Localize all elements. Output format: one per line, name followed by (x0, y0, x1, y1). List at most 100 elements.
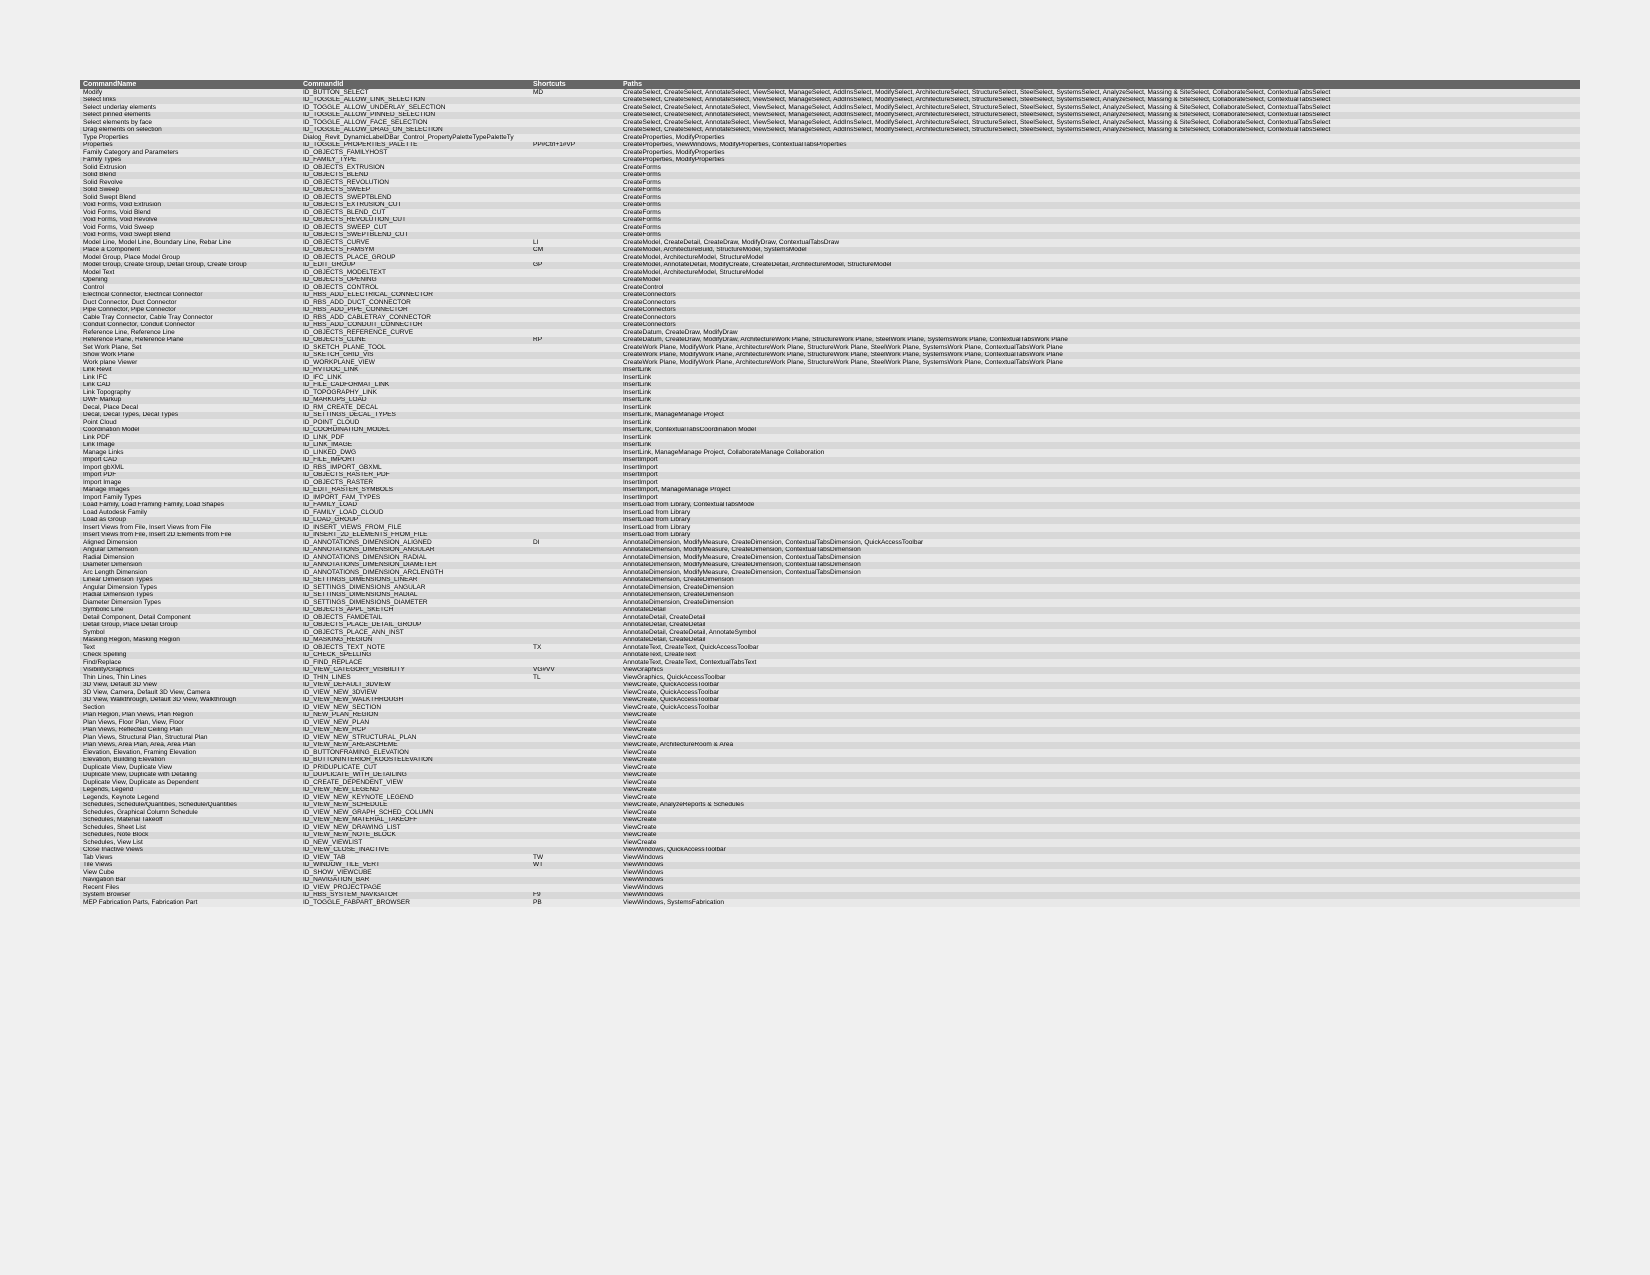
table-row[interactable]: Import gbXMLID_RBS_IMPORT_GBXMLInsertImp… (80, 464, 1580, 472)
table-row[interactable]: Duplicate View, Duplicate with Detailing… (80, 772, 1580, 780)
table-row[interactable]: Reference Line, Reference LineID_OBJECTS… (80, 329, 1580, 337)
table-row[interactable]: Place a ComponentID_OBJECTS_FAMSYMCMCrea… (80, 247, 1580, 255)
table-row[interactable]: Point CloudID_POINT_CLOUDInsertLink (80, 419, 1580, 427)
table-row[interactable]: Model Group, Place Model GroupID_OBJECTS… (80, 254, 1580, 262)
table-row[interactable]: Void Forms, Void BlendID_OBJECTS_BLEND_C… (80, 209, 1580, 217)
table-row[interactable]: Cable Tray Connector, Cable Tray Connect… (80, 314, 1580, 322)
header-commandid[interactable]: CommandId (300, 80, 530, 89)
table-row[interactable]: Model Group, Create Group, Detail Group,… (80, 262, 1580, 270)
table-row[interactable]: Tab ViewsID_VIEW_TABTWViewWindows (80, 854, 1580, 862)
table-row[interactable]: Arc Length DimensionID_ANNOTATIONS_DIMEN… (80, 569, 1580, 577)
table-row[interactable]: Model TextID_OBJECTS_MODELTEXTCreateMode… (80, 269, 1580, 277)
table-row[interactable]: Insert Views from File, Insert 2D Elemen… (80, 532, 1580, 540)
table-row[interactable]: Set Work Plane, SetID_SKETCH_PLANE_TOOLC… (80, 344, 1580, 352)
table-row[interactable]: Pipe Connector, Pipe ConnectorID_RBS_ADD… (80, 307, 1580, 315)
table-row[interactable]: Void Forms, Void RevolveID_OBJECTS_REVOL… (80, 217, 1580, 225)
table-row[interactable]: 3D View, Camera, Default 3D View, Camera… (80, 689, 1580, 697)
table-row[interactable]: Plan Views, Floor Plan, View, FloorID_VI… (80, 719, 1580, 727)
table-row[interactable]: Type PropertiesDialog_Revit_DynamicLabel… (80, 134, 1580, 142)
table-row[interactable]: Conduit Connector, Conduit ConnectorID_R… (80, 322, 1580, 330)
table-row[interactable]: Drag elements on selectionID_TOGGLE_ALLO… (80, 127, 1580, 135)
table-row[interactable]: DWF MarkupID_MARKUPS_LOADInsertLink (80, 397, 1580, 405)
table-row[interactable]: Model Line, Model Line, Boundary Line, R… (80, 239, 1580, 247)
table-row[interactable]: Detail Component, Detail ComponentID_OBJ… (80, 614, 1580, 622)
table-row[interactable]: Void Forms, Void ExtrusionID_OBJECTS_EXT… (80, 202, 1580, 210)
table-row[interactable]: Schedules, Note BlockID_VIEW_NEW_NOTE_BL… (80, 832, 1580, 840)
table-row[interactable]: Solid RevolveID_OBJECTS_REVOLUTIONCreate… (80, 179, 1580, 187)
table-row[interactable]: Elevation, Building ElevationID_BUTTONIN… (80, 757, 1580, 765)
table-row[interactable]: Coordination ModelID_COORDINATION_MODELI… (80, 427, 1580, 435)
table-row[interactable]: Legends, Keynote LegendID_VIEW_NEW_KEYNO… (80, 794, 1580, 802)
table-row[interactable]: Check SpellingID_CHECK_SPELLINGAnnotateT… (80, 652, 1580, 660)
table-row[interactable]: TextID_OBJECTS_TEXT_NOTETXAnnotateText, … (80, 644, 1580, 652)
table-row[interactable]: Schedules, Material TakeoffID_VIEW_NEW_M… (80, 817, 1580, 825)
table-row[interactable]: Visibility/GraphicsID_VIEW_CATEGORY_VISI… (80, 667, 1580, 675)
table-row[interactable]: Select elements by faceID_TOGGLE_ALLOW_F… (80, 119, 1580, 127)
table-row[interactable]: Select pinned elementsID_TOGGLE_ALLOW_PI… (80, 112, 1580, 120)
table-row[interactable]: Import PDFID_OBJECTS_RASTER_PDFInsertImp… (80, 472, 1580, 480)
table-row[interactable]: Duplicate View, Duplicate ViewID_PRIDUPL… (80, 764, 1580, 772)
table-row[interactable]: Work plane ViewerID_WORKPLANE_VIEWCreate… (80, 359, 1580, 367)
table-row[interactable]: Schedules, View ListID_NEW_VIEWLISTViewC… (80, 839, 1580, 847)
table-row[interactable]: Radial Dimension TypesID_SETTINGS_DIMENS… (80, 592, 1580, 600)
table-row[interactable]: SectionID_VIEW_NEW_SECTIONViewCreate, Qu… (80, 704, 1580, 712)
table-row[interactable]: 3D View, Default 3D ViewID_VIEW_DEFAULT_… (80, 682, 1580, 690)
table-row[interactable]: Link ImageID_LINK_IMAGEInsertLink (80, 442, 1580, 450)
table-row[interactable]: Thin Lines, Thin LinesID_THIN_LINESTLVie… (80, 674, 1580, 682)
table-row[interactable]: System BrowserID_RBS_SYSTEM_NAVIGATORF9V… (80, 892, 1580, 900)
table-row[interactable]: Manage ImagesID_EDIT_RASTER_SYMBOLSInser… (80, 487, 1580, 495)
table-row[interactable]: Electrical Connector, Electrical Connect… (80, 292, 1580, 300)
table-row[interactable]: Link CADID_FILE_CADFORMAT_LINKInsertLink (80, 382, 1580, 390)
table-row[interactable]: Family Category and ParametersID_OBJECTS… (80, 149, 1580, 157)
table-row[interactable]: Link RevitID_RVTDOC_LINKInsertLink (80, 367, 1580, 375)
table-row[interactable]: Load Autodesk FamilyID_FAMILY_LOAD_CLOUD… (80, 509, 1580, 517)
table-row[interactable]: Close Inactive ViewsID_VIEW_CLOSE_INACTI… (80, 847, 1580, 855)
table-row[interactable]: Schedules, Graphical Column ScheduleID_V… (80, 809, 1580, 817)
header-commandname[interactable]: CommandName (80, 80, 300, 89)
table-row[interactable]: Tile ViewsID_WINDOW_TILE_VERTWTViewWindo… (80, 862, 1580, 870)
table-row[interactable]: Angular DimensionID_ANNOTATIONS_DIMENSIO… (80, 547, 1580, 555)
table-row[interactable]: Reference Plane, Reference PlaneID_OBJEC… (80, 337, 1580, 345)
table-row[interactable]: Duct Connector, Duct ConnectorID_RBS_ADD… (80, 299, 1580, 307)
table-row[interactable]: Linear Dimension TypesID_SETTINGS_DIMENS… (80, 577, 1580, 585)
table-row[interactable]: Plan Region, Plan Views, Plan RegionID_N… (80, 712, 1580, 720)
table-row[interactable]: Radial DimensionID_ANNOTATIONS_DIMENSION… (80, 554, 1580, 562)
table-row[interactable]: Duplicate View, Duplicate as DependentID… (80, 779, 1580, 787)
table-row[interactable]: Find/ReplaceID_FIND_REPLACEAnnotateText,… (80, 659, 1580, 667)
table-row[interactable]: Void Forms, Void Swept BlendID_OBJECTS_S… (80, 232, 1580, 240)
table-row[interactable]: Import Family TypesID_IMPORT_FAM_TYPESIn… (80, 494, 1580, 502)
table-row[interactable]: ControlID_OBJECTS_CONTROLCreateControl (80, 284, 1580, 292)
table-row[interactable]: Plan Views, Area Plan, Area, Area PlanID… (80, 742, 1580, 750)
table-row[interactable]: ModifyID_BUTTON_SELECTMDCreateSelect, Cr… (80, 89, 1580, 97)
table-row[interactable]: Schedules, Schedule/Quantities, Schedule… (80, 802, 1580, 810)
table-row[interactable]: Detail Group, Place Detail GroupID_OBJEC… (80, 622, 1580, 630)
table-row[interactable]: Solid Swept BlendID_OBJECTS_SWEPTBLENDCr… (80, 194, 1580, 202)
table-row[interactable]: Masking Region, Masking RegionID_MASKING… (80, 637, 1580, 645)
table-row[interactable]: Family TypesID_FAMILY_TYPECreateProperti… (80, 157, 1580, 165)
table-row[interactable]: Void Forms, Void SweepID_OBJECTS_SWEEP_C… (80, 224, 1580, 232)
table-row[interactable]: SymbolID_OBJECTS_PLACE_ANN_INSTAnnotateD… (80, 629, 1580, 637)
table-row[interactable]: Elevation, Elevation, Framing ElevationI… (80, 749, 1580, 757)
table-row[interactable]: Diameter Dimension TypesID_SETTINGS_DIME… (80, 599, 1580, 607)
table-row[interactable]: MEP Fabrication Parts, Fabrication PartI… (80, 899, 1580, 907)
table-row[interactable]: Insert Views from File, Insert Views fro… (80, 524, 1580, 532)
table-row[interactable]: Plan Views, Structural Plan, Structural … (80, 734, 1580, 742)
table-row[interactable]: Select linksID_TOGGLE_ALLOW_LINK_SELECTI… (80, 97, 1580, 105)
table-row[interactable]: Decal, Place DecalID_RM_CREATE_DECALInse… (80, 404, 1580, 412)
table-row[interactable]: Recent FilesID_VIEW_PROJECTPAGEViewWindo… (80, 884, 1580, 892)
table-row[interactable]: Manage LinksID_LINKED_DWGInsertLink, Man… (80, 449, 1580, 457)
table-row[interactable]: Solid SweepID_OBJECTS_SWEEPCreateForms (80, 187, 1580, 195)
table-row[interactable]: PropertiesID_TOGGLE_PROPERTIES_PALETTEPP… (80, 142, 1580, 150)
table-row[interactable]: Import CADID_FILE_IMPORTInsertImport (80, 457, 1580, 465)
table-row[interactable]: 3D View, Walkthrough, Default 3D View, W… (80, 697, 1580, 705)
table-row[interactable]: Load as GroupID_LOAD_GROUPInsertLoad fro… (80, 517, 1580, 525)
table-row[interactable]: Schedules, Sheet ListID_VIEW_NEW_DRAWING… (80, 824, 1580, 832)
table-row[interactable]: Import ImageID_OBJECTS_RASTERInsertImpor… (80, 479, 1580, 487)
table-row[interactable]: Link PDFID_LINK_PDFInsertLink (80, 434, 1580, 442)
table-row[interactable]: Show Work PlaneID_SKETCH_GRID_VISCreateW… (80, 352, 1580, 360)
table-row[interactable]: Aligned DimensionID_ANNOTATIONS_DIMENSIO… (80, 539, 1580, 547)
table-row[interactable]: Solid BlendID_OBJECTS_BLENDCreateForms (80, 172, 1580, 180)
table-row[interactable]: View CubeID_SHOW_VIEWCUBEViewWindows (80, 869, 1580, 877)
table-row[interactable]: Symbolic LineID_OBJECTS_APPL_SKETCHAnnot… (80, 607, 1580, 615)
table-row[interactable]: Decal, Decal Types, Decal TypesID_SETTIN… (80, 412, 1580, 420)
